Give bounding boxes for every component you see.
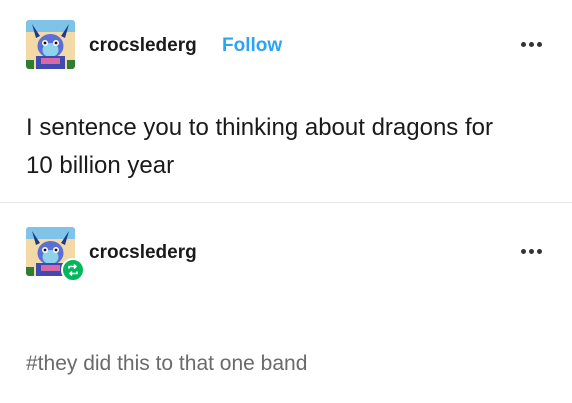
reblog-icon (61, 258, 85, 282)
post-body: I sentence you to thinking about dragons… (26, 109, 556, 185)
post-text-line: 10 billion year (26, 152, 175, 179)
avatar[interactable] (26, 20, 75, 69)
post-tag[interactable]: #they did this to that one band (26, 352, 307, 376)
divider (0, 202, 572, 203)
post-text-line: I sentence you to thinking about dragons… (26, 114, 493, 141)
post-username[interactable]: crocslederg (89, 35, 197, 57)
follow-button[interactable]: Follow (222, 35, 282, 57)
ellipsis-icon[interactable] (521, 40, 543, 50)
ellipsis-icon[interactable] (521, 247, 543, 257)
reblog-username[interactable]: crocslederg (89, 242, 197, 264)
